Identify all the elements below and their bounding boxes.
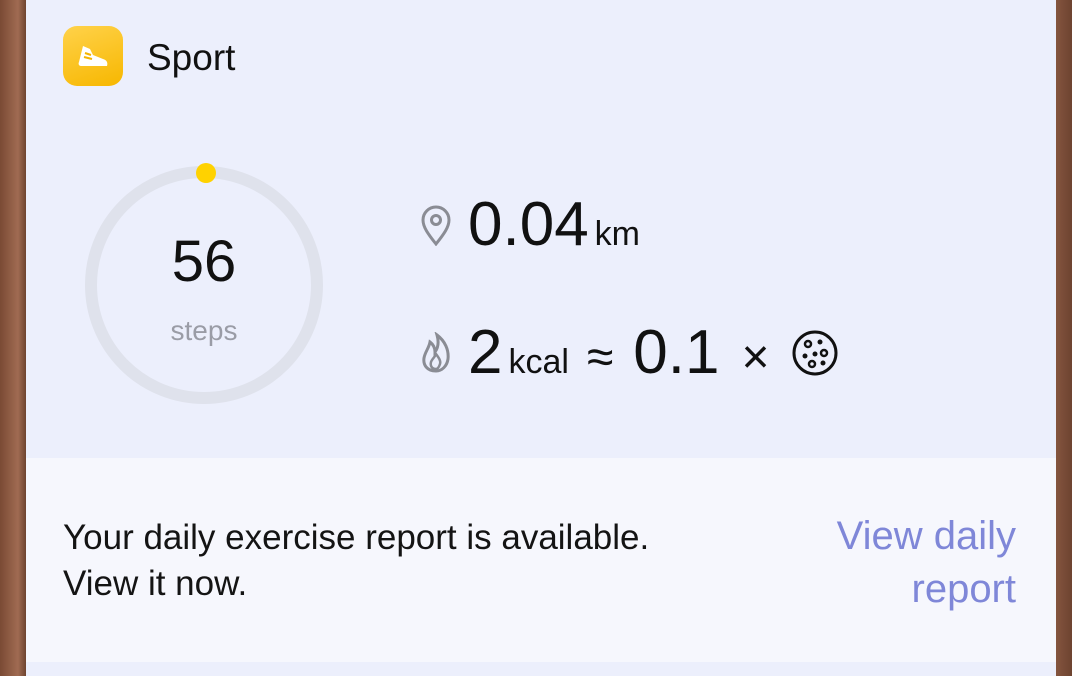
calories-value: 2 (468, 318, 503, 387)
cookie-icon (792, 330, 838, 376)
report-message-line1: Your daily exercise report is available. (63, 518, 650, 557)
report-message: Your daily exercise report is available.… (63, 515, 753, 607)
steps-count: 56 (171, 229, 237, 294)
distance-unit: km (594, 215, 640, 253)
calories-unit: kcal (508, 343, 569, 381)
cookie-multiplier: 0.1 (633, 318, 720, 387)
times-symbol: × (741, 331, 770, 384)
flame-icon (422, 332, 450, 373)
steps-unit-label: steps (170, 315, 238, 346)
steps-progress-indicator (196, 163, 216, 183)
next-card-edge (26, 662, 1056, 676)
location-pin-icon (421, 205, 451, 246)
sneaker-icon (63, 26, 123, 86)
view-daily-report-line2: report (911, 567, 1017, 611)
distance-stat: 0.04 km (418, 190, 658, 260)
app-title: Sport (147, 37, 236, 78)
sport-summary-panel: Sport 56 steps 0.04 km 2 kcal ≈ 0.1 × (26, 0, 1056, 458)
report-message-line2: View it now. (63, 564, 248, 603)
approx-symbol: ≈ (586, 331, 614, 384)
view-daily-report-link[interactable]: View daily report (786, 510, 1016, 616)
calories-stat: 2 kcal ≈ 0.1 × (418, 318, 840, 388)
sport-card[interactable]: Sport 56 steps 0.04 km 2 kcal ≈ 0.1 × Yo… (26, 0, 1056, 676)
view-daily-report-line1: View daily (836, 514, 1016, 558)
distance-value: 0.04 (468, 190, 589, 259)
